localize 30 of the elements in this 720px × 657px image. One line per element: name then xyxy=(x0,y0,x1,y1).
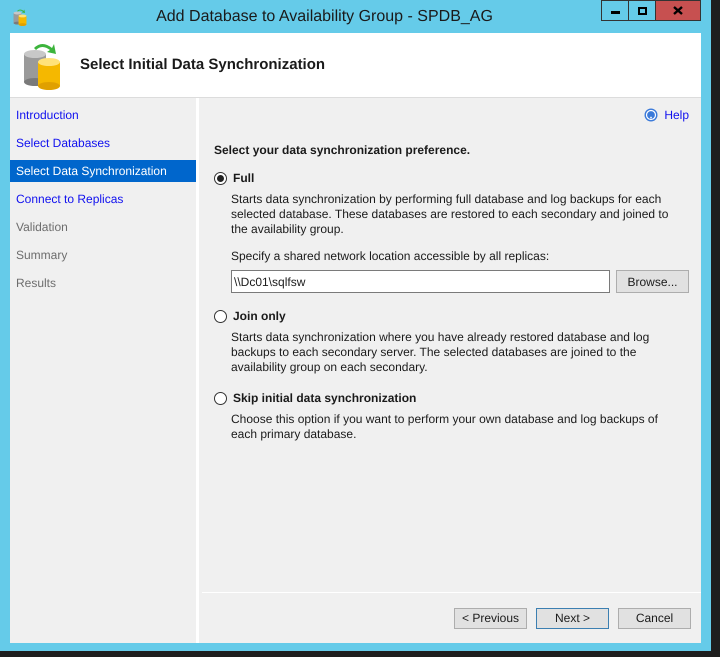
help-link[interactable]: Help xyxy=(664,106,689,124)
option-description: Choose this option if you want to perform your own database and log backups of each primary database. xyxy=(231,412,659,442)
page-title: Select Initial Data Synchronization xyxy=(80,54,326,75)
close-icon xyxy=(673,6,683,15)
window-title: Add Database to Availability Group - SPDB_AG xyxy=(156,6,493,26)
radio-button[interactable] xyxy=(214,172,227,184)
maximize-icon xyxy=(638,6,646,14)
help-icon xyxy=(644,108,658,122)
dialog-button[interactable]: Cancel xyxy=(618,608,691,628)
option-label: Join only xyxy=(233,308,286,325)
browse-button[interactable]: Browse... xyxy=(616,270,689,293)
radio-button[interactable] xyxy=(214,392,227,404)
sidebar-item[interactable]: Select Databases xyxy=(10,132,196,154)
dialog-button[interactable]: Next > xyxy=(536,608,609,628)
sidebar-item[interactable]: Introduction xyxy=(10,104,196,126)
app-icon xyxy=(12,8,28,26)
location-field[interactable]: \\Dc01\sqlfsw xyxy=(231,270,610,293)
option-description: Starts data synchronization where you have already restored database and log backups to each secondary server. The selected databases are joined to the availability group on each secondary. xyxy=(231,330,650,375)
option-description: Starts data synchronization by performing full database and log backups for each selected database. These databases are restored to each secondary and joined to the availability group. xyxy=(231,192,670,237)
radio-button[interactable] xyxy=(214,310,227,322)
option-label: Skip initial data synchronization xyxy=(233,390,416,407)
minimize-button[interactable] xyxy=(601,0,629,21)
dialog-button[interactable]: < Previous xyxy=(454,608,527,628)
minimize-icon xyxy=(610,11,620,14)
sidebar-item[interactable]: Select Data Synchronization xyxy=(10,160,196,182)
field-label: Specify a shared network location accessible by all replicas: xyxy=(231,248,550,265)
sidebar-item[interactable]: Connect to Replicas xyxy=(10,188,196,210)
prompt-text: Select your data synchronization preference. xyxy=(214,142,472,159)
close-button[interactable] xyxy=(655,0,701,21)
option-label: Full xyxy=(233,170,254,187)
